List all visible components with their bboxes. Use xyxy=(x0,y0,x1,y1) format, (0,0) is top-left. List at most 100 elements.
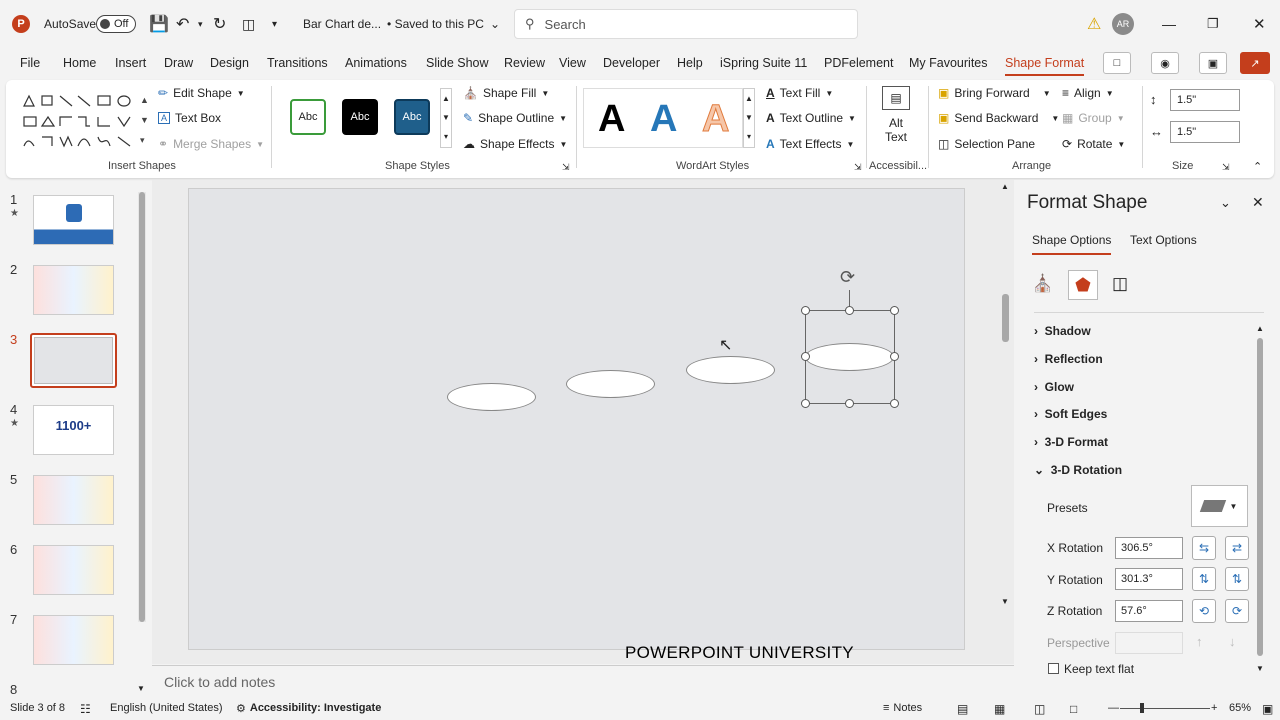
undo-dropdown-icon[interactable]: ▾ xyxy=(198,0,203,48)
dialog-launcher-icon[interactable]: ⇲ xyxy=(562,162,570,173)
resize-handle[interactable] xyxy=(890,399,899,408)
section-glow[interactable]: › Glow xyxy=(1034,380,1074,394)
tab-review[interactable]: Review xyxy=(504,48,545,78)
wordart-gallery-scroll[interactable]: ▲ ▼ ▾ xyxy=(743,88,755,148)
shape-outline-button[interactable]: ✎ Shape Outline ▼ xyxy=(463,111,567,125)
fill-line-icon[interactable]: ⛪ xyxy=(1032,274,1053,294)
rotate-left-icon[interactable]: ⇆ xyxy=(1192,536,1216,560)
align-button[interactable]: ≡ Align ▼ xyxy=(1062,86,1114,100)
autosave-toggle[interactable]: Off xyxy=(96,0,136,48)
zoom-slider-thumb[interactable] xyxy=(1140,703,1144,713)
tab-transitions[interactable]: Transitions xyxy=(267,48,328,78)
tab-home[interactable]: Home xyxy=(63,48,96,78)
shape-width-input[interactable]: 1.5" xyxy=(1170,121,1240,143)
search-input[interactable]: ⚲ Search xyxy=(514,9,858,39)
rotate-handle-icon[interactable]: ⟳ xyxy=(840,267,855,288)
tab-help[interactable]: Help xyxy=(677,48,703,78)
resize-handle[interactable] xyxy=(801,352,810,361)
text-fill-button[interactable]: A Text Fill ▼ xyxy=(766,86,833,100)
tab-slide-show[interactable]: Slide Show xyxy=(426,48,489,78)
warning-icon[interactable]: ⚠ xyxy=(1087,0,1101,48)
document-title[interactable]: Bar Chart de... • Saved to this PC ⌄ xyxy=(303,0,500,48)
x-rotation-input[interactable]: 306.5° xyxy=(1115,537,1183,559)
slideshow-icon[interactable]: □ xyxy=(1070,702,1077,716)
minimize-icon[interactable]: — xyxy=(1162,0,1176,48)
zoom-slider[interactable] xyxy=(1120,708,1210,709)
wordart-style-1[interactable]: A xyxy=(598,99,625,139)
present-icon[interactable]: ◫ xyxy=(242,0,255,48)
slide-canvas[interactable]: ⟳ ↖ xyxy=(188,188,965,650)
normal-view-icon[interactable]: ▤ xyxy=(957,702,968,716)
rotate-up-icon[interactable]: ⇅ xyxy=(1192,567,1216,591)
resize-handle[interactable] xyxy=(801,306,810,315)
text-outline-button[interactable]: A Text Outline ▼ xyxy=(766,111,856,125)
shape-effects-button[interactable]: ☁ Shape Effects ▼ xyxy=(463,137,567,151)
fit-to-window-icon[interactable]: ▣ xyxy=(1262,702,1273,716)
share-icon[interactable]: ↗ xyxy=(1240,52,1270,74)
redo-icon[interactable]: ↻ xyxy=(213,0,226,48)
tab-view[interactable]: View xyxy=(559,48,586,78)
section-shadow[interactable]: › Shadow xyxy=(1034,324,1091,338)
section-3d-format[interactable]: › 3-D Format xyxy=(1034,435,1108,449)
language[interactable]: English (United States) xyxy=(110,702,223,714)
shape-height-input[interactable]: 1.5" xyxy=(1170,89,1240,111)
tab-pdfelement[interactable]: PDFelement xyxy=(824,48,893,78)
oval-shape-1[interactable] xyxy=(447,383,536,411)
bring-forward-button[interactable]: ▣ Bring Forward ▼ xyxy=(938,86,1051,100)
zoom-in-icon[interactable]: + xyxy=(1211,702,1217,714)
dialog-launcher-icon[interactable]: ⇲ xyxy=(854,162,862,173)
reading-view-icon[interactable]: ◫ xyxy=(1034,702,1045,716)
shape-style-3[interactable]: Abc xyxy=(394,99,430,135)
slide-thumbnail-3[interactable] xyxy=(30,333,117,388)
rotate-button[interactable]: ⟳ Rotate ▼ xyxy=(1062,137,1125,151)
wordart-style-2[interactable]: A xyxy=(650,99,677,139)
comments-icon[interactable]: □ xyxy=(1103,52,1131,74)
section-3d-rotation[interactable]: ⌄ 3-D Rotation xyxy=(1034,463,1122,477)
tab-text-options[interactable]: Text Options xyxy=(1130,233,1197,247)
presets-dropdown[interactable]: ▼ xyxy=(1191,485,1248,527)
perspective-decrease-icon[interactable]: ↓ xyxy=(1229,634,1236,649)
resize-handle[interactable] xyxy=(890,306,899,315)
customize-toolbar-icon[interactable]: ▾ xyxy=(272,0,277,48)
tab-ispring[interactable]: iSpring Suite 11 xyxy=(720,48,807,78)
zoom-out-icon[interactable]: — xyxy=(1108,702,1119,714)
z-rotation-input[interactable]: 57.6° xyxy=(1115,600,1183,622)
oval-shape-2[interactable] xyxy=(566,370,655,398)
perspective-input[interactable] xyxy=(1115,632,1183,654)
keep-text-flat-checkbox[interactable] xyxy=(1048,663,1059,674)
y-rotation-input[interactable]: 301.3° xyxy=(1115,568,1183,590)
teams-icon[interactable]: ▣ xyxy=(1199,52,1227,74)
tab-developer[interactable]: Developer xyxy=(603,48,660,78)
accessibility-status[interactable]: ⚙ Accessibility: Investigate xyxy=(236,702,381,715)
tab-design[interactable]: Design xyxy=(210,48,249,78)
resize-handle[interactable] xyxy=(801,399,810,408)
slide-thumbnail-2[interactable] xyxy=(33,265,114,315)
alt-text-button[interactable]: ▤ Alt Text xyxy=(876,86,916,152)
slide-thumbnail-1[interactable] xyxy=(33,195,114,245)
merge-shapes-button[interactable]: ⚭ Merge Shapes ▼ xyxy=(158,137,264,151)
slide-thumbnail-5[interactable] xyxy=(33,475,114,525)
rotate-down-icon[interactable]: ⇅ xyxy=(1225,567,1249,591)
pane-scrollbar[interactable]: ▲ ▼ xyxy=(1256,324,1264,674)
notes-pane[interactable]: Click to add notes xyxy=(152,665,1014,697)
rotate-counterclockwise-icon[interactable]: ⟲ xyxy=(1192,599,1216,623)
resize-handle[interactable] xyxy=(890,352,899,361)
perspective-increase-icon[interactable]: ↑ xyxy=(1196,634,1203,649)
slide-thumbnail-4[interactable]: 1100+ xyxy=(33,405,114,455)
send-backward-button[interactable]: ▣ Send Backward ▼ xyxy=(938,111,1059,125)
tab-shape-options[interactable]: Shape Options xyxy=(1032,233,1112,255)
tab-file[interactable]: File xyxy=(20,48,40,78)
group-button[interactable]: ▦ Group ▼ xyxy=(1062,111,1125,125)
undo-icon[interactable]: ↶ xyxy=(176,0,189,48)
record-icon[interactable]: ◉ xyxy=(1151,52,1179,74)
tab-draw[interactable]: Draw xyxy=(164,48,193,78)
resize-handle[interactable] xyxy=(845,399,854,408)
pane-options-chevron-icon[interactable]: ⌄ xyxy=(1220,195,1231,211)
slide-thumbnail-7[interactable] xyxy=(33,615,114,665)
restore-icon[interactable]: ❐ xyxy=(1207,0,1219,48)
wordart-style-3[interactable]: A xyxy=(701,99,729,140)
avatar[interactable]: AR xyxy=(1112,0,1134,48)
section-reflection[interactable]: › Reflection xyxy=(1034,352,1103,366)
scroll-down-icon[interactable]: ▼ xyxy=(137,684,145,693)
section-soft-edges[interactable]: › Soft Edges xyxy=(1034,407,1107,421)
